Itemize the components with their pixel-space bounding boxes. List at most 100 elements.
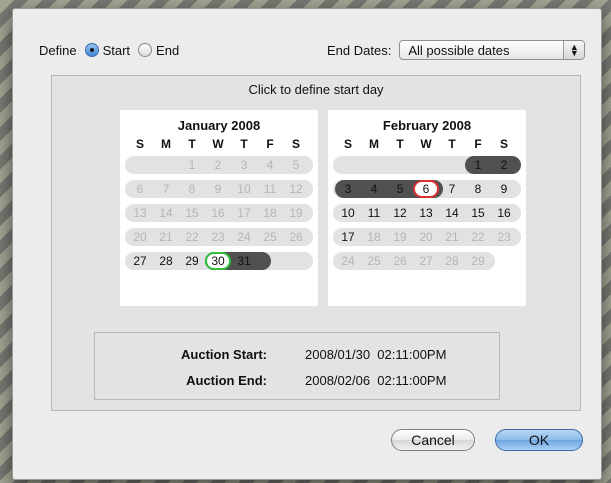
weekday-header: S <box>343 137 352 151</box>
calendar-day-10[interactable]: 10 <box>231 179 257 199</box>
calendar-day-29[interactable]: 29 <box>465 251 491 271</box>
calendar-day-1[interactable]: 1 <box>465 155 491 175</box>
calendar-january: January 2008 S M T W T F S 1 2 3 4 5 6 7 8 9 10 11 12 13 14 15… <box>120 110 318 306</box>
weekday-header: T <box>396 137 404 151</box>
calendar-day-23[interactable]: 23 <box>205 227 231 247</box>
calendar-day-4[interactable]: 4 <box>257 155 283 175</box>
calendar-day-8[interactable]: 8 <box>179 179 205 199</box>
cancel-button[interactable]: Cancel <box>391 429 475 451</box>
radio-end-indicator[interactable] <box>138 43 153 57</box>
calendar-day-18[interactable]: 18 <box>361 227 387 247</box>
calendar-day-8[interactable]: 8 <box>465 179 491 199</box>
calendar-day-3[interactable]: 3 <box>231 155 257 175</box>
calendar-day-22[interactable]: 22 <box>179 227 205 247</box>
calendar-day-24[interactable]: 24 <box>231 227 257 247</box>
calendar-day-12[interactable]: 12 <box>283 179 309 199</box>
auction-start-label: Auction Start: <box>181 347 267 362</box>
weekday-header-row: SMTWTFS <box>127 137 318 151</box>
end-dates-label: End Dates: <box>327 42 392 58</box>
calendar-day-21[interactable]: 21 <box>153 227 179 247</box>
calendar-day-2[interactable]: 2 <box>205 155 231 175</box>
calendar-day-26[interactable]: 26 <box>283 227 309 247</box>
calendar-day-10[interactable]: 10 <box>335 203 361 223</box>
calendar-day-17[interactable]: 17 <box>231 203 257 223</box>
calendar-day-1[interactable]: 1 <box>179 155 205 175</box>
calendar-day-19[interactable]: 19 <box>283 203 309 223</box>
calendar-day-5[interactable]: 5 <box>283 155 309 175</box>
calendar-day-26[interactable]: 26 <box>387 251 413 271</box>
calendar-day-6[interactable]: 6 <box>413 180 439 198</box>
calendar-day-14[interactable]: 14 <box>439 203 465 223</box>
calendar-day-4[interactable]: 4 <box>361 179 387 199</box>
weekday-header: S <box>291 137 300 151</box>
weekday-header: F <box>474 137 482 151</box>
weekday-header: M <box>161 137 171 151</box>
calendar-day-25[interactable]: 25 <box>257 227 283 247</box>
weekday-header: T <box>448 137 456 151</box>
weekday-header: S <box>499 137 508 151</box>
calendar-day-9[interactable]: 9 <box>491 179 517 199</box>
calendar-day-13[interactable]: 13 <box>127 203 153 223</box>
calendar-week-row: 6 7 8 9 10 11 12 <box>125 179 313 199</box>
calendar-day-11[interactable]: 11 <box>257 179 283 199</box>
calendar-day-empty <box>439 155 465 175</box>
calendar-day-3[interactable]: 3 <box>335 179 361 199</box>
ok-button[interactable]: OK <box>495 429 583 451</box>
calendar-day-5[interactable]: 5 <box>387 179 413 199</box>
calendar-day-9[interactable]: 9 <box>205 179 231 199</box>
calendar-day-2[interactable]: 2 <box>491 155 517 175</box>
calendar-day-12[interactable]: 12 <box>387 203 413 223</box>
calendar-day-24[interactable]: 24 <box>335 251 361 271</box>
calendar-day-7[interactable]: 7 <box>153 179 179 199</box>
calendar-week-row: 12 <box>333 155 521 175</box>
calendar-day-16[interactable]: 16 <box>205 203 231 223</box>
define-group: Define Start End <box>39 37 179 63</box>
weekday-header: T <box>188 137 196 151</box>
calendar-day-18[interactable]: 18 <box>257 203 283 223</box>
calendar-week-row: 12345 <box>125 155 313 175</box>
radio-end-label: End <box>156 42 180 58</box>
calendar-day-20[interactable]: 20 <box>413 227 439 247</box>
calendar-week-row: 20 21 22 23 24 25 26 <box>125 227 313 247</box>
calendar-day-17[interactable]: 17 <box>335 227 361 247</box>
calendar-day-28[interactable]: 28 <box>439 251 465 271</box>
calendar-day-31[interactable]: 31 <box>231 251 257 271</box>
calendar-day-25[interactable]: 25 <box>361 251 387 271</box>
weekday-header-row: SMTWTFS <box>335 137 526 151</box>
weekday-header: S <box>135 137 144 151</box>
end-dates-selected-value: All possible dates <box>408 42 510 58</box>
calendar-day-27[interactable]: 27 <box>127 251 153 271</box>
weekday-header: W <box>212 137 224 151</box>
calendar-day-23[interactable]: 23 <box>491 227 517 247</box>
calendar-week-row: 17 18 19 20 21 22 23 <box>333 227 521 247</box>
end-dates-popup[interactable]: All possible dates ▲ ▼ <box>399 40 586 60</box>
calendar-day-19[interactable]: 19 <box>387 227 413 247</box>
calendar-day-15[interactable]: 15 <box>179 203 205 223</box>
auction-end-row: Auction End: 2008/02/06 02:11:00PM <box>95 371 499 391</box>
calendar-day-15[interactable]: 15 <box>465 203 491 223</box>
auction-start-value: 2008/01/30 02:11:00PM <box>305 347 447 362</box>
calendar-day-empty <box>127 155 153 175</box>
radio-start-label: Start <box>102 42 131 58</box>
calendar-day-21[interactable]: 21 <box>439 227 465 247</box>
radio-end[interactable]: End <box>138 43 179 58</box>
calendar-day-22[interactable]: 22 <box>465 227 491 247</box>
calendar-day-empty <box>283 251 309 271</box>
calendar-day-28[interactable]: 28 <box>153 251 179 271</box>
calendar-day-empty <box>153 155 179 175</box>
calendar-day-14[interactable]: 14 <box>153 203 179 223</box>
calendar-day-13[interactable]: 13 <box>413 203 439 223</box>
calendar-week-row: 10 11 12 13 14 15 16 <box>333 203 521 223</box>
calendar-day-6[interactable]: 6 <box>127 179 153 199</box>
calendar-day-27[interactable]: 27 <box>413 251 439 271</box>
radio-start[interactable]: Start <box>84 42 131 58</box>
radio-start-indicator[interactable] <box>84 43 99 57</box>
calendar-day-11[interactable]: 11 <box>361 203 387 223</box>
calendar-day-16[interactable]: 16 <box>491 203 517 223</box>
auction-end-value: 2008/02/06 02:11:00PM <box>305 373 447 388</box>
calendar-day-7[interactable]: 7 <box>439 179 465 199</box>
calendar-day-29[interactable]: 29 <box>179 251 205 271</box>
calendar-day-20[interactable]: 20 <box>127 227 153 247</box>
calendar-day-empty <box>361 155 387 175</box>
calendar-day-30[interactable]: 30 <box>205 252 231 270</box>
